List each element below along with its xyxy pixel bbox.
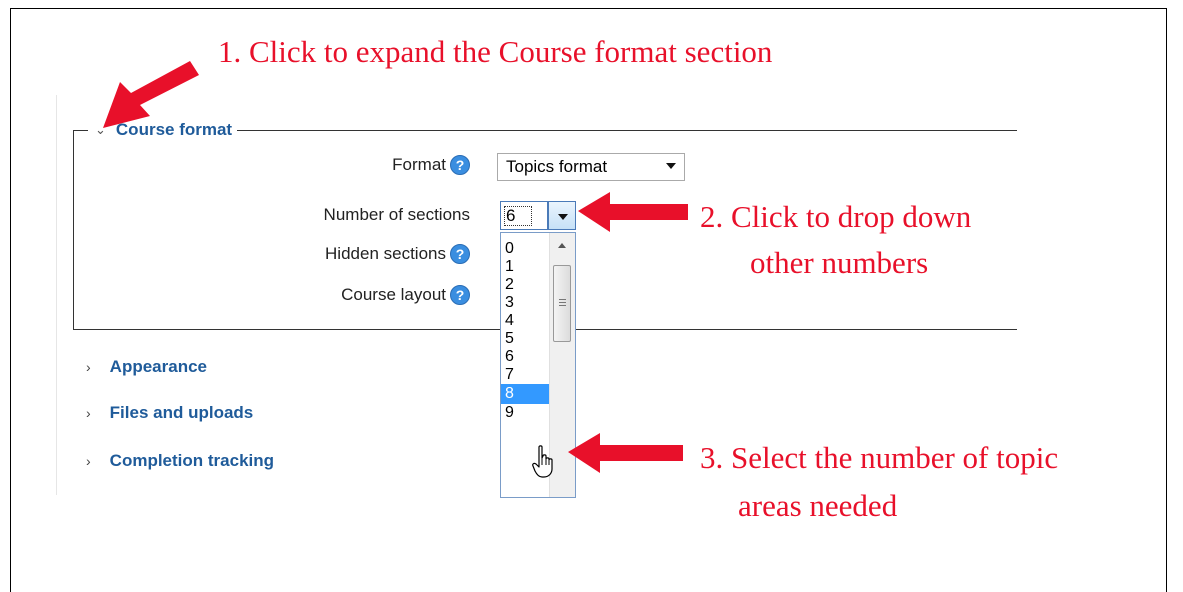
arrow-step-1 <box>103 61 199 128</box>
annotation-arrows <box>103 61 688 473</box>
hand-cursor-icon <box>532 445 553 478</box>
arrow-step-3 <box>568 433 683 473</box>
arrow-step-2 <box>578 192 688 232</box>
